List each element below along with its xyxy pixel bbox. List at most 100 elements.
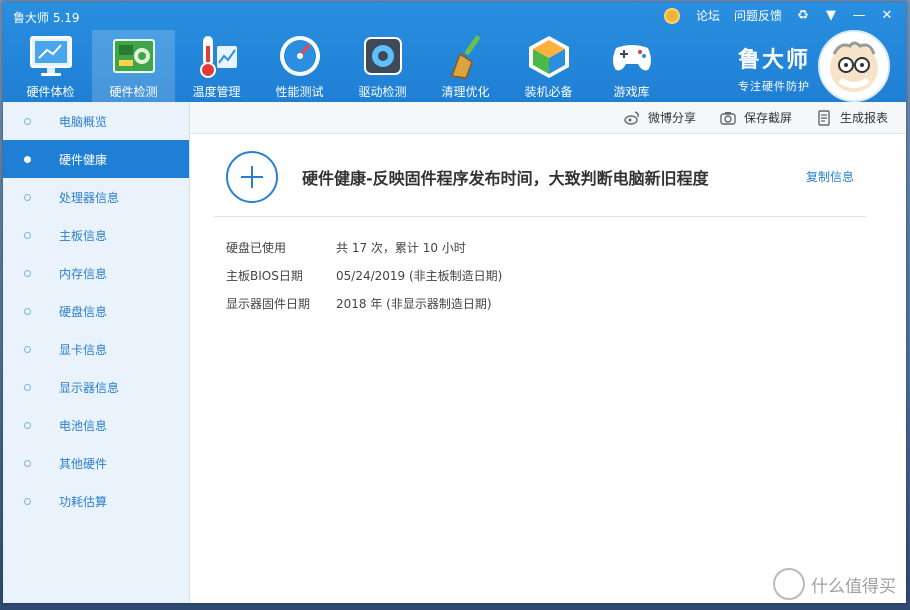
info-value: 共 17 次，累计 10 小时 [336,240,466,255]
broom-icon [450,35,480,79]
nav-label: 驱动检测 [358,85,407,99]
sidebar-item-label: 电池信息 [59,418,108,433]
app-title: 鲁大师 5.19 [13,11,80,25]
info-value: 2018 年 (非显示器制造日期) [336,296,492,311]
sidebar-item-overview[interactable]: 电脑概览 [3,102,189,140]
bullet-icon [24,459,31,467]
info-row: 显示器固件日期 2018 年 (非显示器制造日期) [226,289,502,317]
menu-icon[interactable]: ▼ [820,8,842,23]
sidebar-item-memory[interactable]: 内存信息 [3,254,189,292]
medal-icon[interactable] [663,7,680,24]
nav-label: 硬件检测 [109,85,158,99]
watermark: 什么值得买 [773,568,896,600]
weibo-icon [624,110,639,125]
divider [214,216,866,217]
info-header: 硬件健康-反映固件程序发布时间，大致判断电脑新旧程度 复制信息 [226,149,866,217]
info-key: 主板BIOS日期 [226,268,303,283]
info-value: 05/24/2019 (非主板制造日期) [336,268,503,283]
sidebar-item-power[interactable]: 功耗估算 [3,482,189,520]
bullet-icon [24,345,31,353]
sidebar-item-label: 功耗估算 [59,494,108,509]
bullet-icon [24,269,31,277]
nav-label: 清理优化 [441,85,490,99]
cube-icon [528,36,569,78]
sidebar-item-battery[interactable]: 电池信息 [3,406,189,444]
camera-icon [720,111,736,125]
generate-report-label: 生成报表 [839,111,888,125]
top-right-controls: 论坛 问题反馈 ♻ ▼ — ✕ [663,7,898,24]
app-window: 鲁大师 5.19 论坛 问题反馈 ♻ ▼ — ✕ 硬件体检 硬件检测 温度管理 … [3,2,906,603]
bullet-icon [24,117,31,125]
brand-slogan: 专注硬件防护 [737,80,810,93]
info-row: 主板BIOS日期 05/24/2019 (非主板制造日期) [226,261,502,289]
skin-icon[interactable]: ♻ [792,8,814,23]
bullet-icon [24,383,31,391]
header-bar: 鲁大师 5.19 论坛 问题反馈 ♻ ▼ — ✕ 硬件体检 硬件检测 温度管理 … [3,2,906,102]
nav-performance[interactable]: 性能测试 [258,30,341,102]
nav-essentials[interactable]: 装机必备 [507,30,590,102]
main-nav: 硬件体检 硬件检测 温度管理 性能测试 驱动检测 清理优化 装机必备 游戏库 [9,30,673,102]
nav-label: 游戏库 [613,85,650,99]
brand: 鲁大师 专注硬件防护 [738,42,810,94]
nav-hardware-detect[interactable]: 硬件检测 [92,30,175,102]
watermark-text: 什么值得买 [811,576,896,597]
sidebar-item-motherboard[interactable]: 主板信息 [3,216,189,254]
feedback-link[interactable]: 问题反馈 [730,7,786,24]
sidebar-item-label: 硬件健康 [59,152,108,167]
minimize-icon[interactable]: — [848,8,870,23]
weibo-share-button[interactable]: 微博分享 [624,109,696,126]
weibo-share-label: 微博分享 [647,111,696,125]
sidebar-item-label: 电脑概览 [59,114,108,129]
gear-icon [363,37,402,75]
sidebar-item-disk[interactable]: 硬盘信息 [3,292,189,330]
sidebar-item-label: 处理器信息 [59,190,120,205]
forum-link[interactable]: 论坛 [692,7,724,24]
page-title: 硬件健康-反映固件程序发布时间，大致判断电脑新旧程度 [302,169,709,188]
save-screenshot-button[interactable]: 保存截屏 [720,109,792,126]
sidebar-item-label: 硬盘信息 [59,304,108,319]
report-icon [818,109,830,126]
generate-report-button[interactable]: 生成报表 [816,109,888,126]
sidebar-item-gpu[interactable]: 显卡信息 [3,330,189,368]
nav-hardware-checkup[interactable]: 硬件体检 [9,30,92,102]
sidebar-item-label: 其他硬件 [59,456,108,471]
sidebar-item-cpu[interactable]: 处理器信息 [3,178,189,216]
bullet-icon [24,155,31,163]
nav-driver[interactable]: 驱动检测 [341,30,424,102]
sidebar-item-display[interactable]: 显示器信息 [3,368,189,406]
board-icon [112,39,155,73]
main-content: 硬件健康-反映固件程序发布时间，大致判断电脑新旧程度 复制信息 硬盘已使用 共 … [190,135,906,603]
info-key: 硬盘已使用 [226,240,287,255]
sidebar-item-label: 主板信息 [59,228,108,243]
sidebar: 电脑概览 硬件健康 处理器信息 主板信息 内存信息 硬盘信息 显卡信息 显示器信… [3,102,190,603]
info-row: 硬盘已使用 共 17 次，累计 10 小时 [226,233,502,261]
bullet-icon [24,193,31,201]
save-screenshot-label: 保存截屏 [743,111,792,125]
sidebar-item-label: 显卡信息 [59,342,108,357]
info-rows: 硬盘已使用 共 17 次，累计 10 小时 主板BIOS日期 05/24/201… [226,233,502,317]
sidebar-item-label: 显示器信息 [59,380,120,395]
gauge-icon [279,36,320,76]
copy-info-link[interactable]: 复制信息 [806,168,854,185]
nav-temperature[interactable]: 温度管理 [175,30,258,102]
sidebar-item-other[interactable]: 其他硬件 [3,444,189,482]
avatar[interactable] [818,30,890,102]
nav-label: 性能测试 [275,85,324,99]
close-icon[interactable]: ✕ [876,8,898,23]
sidebar-item-label: 内存信息 [59,266,108,281]
bullet-icon [24,307,31,315]
plus-icon[interactable] [226,151,278,203]
bullet-icon [24,421,31,429]
brand-name: 鲁大师 [737,48,810,73]
watermark-badge-icon [773,568,805,600]
nav-games[interactable]: 游戏库 [590,30,673,102]
nav-cleanup[interactable]: 清理优化 [424,30,507,102]
toolbar: 微博分享 保存截屏 生成报表 [190,102,906,134]
gamepad-icon [612,45,651,71]
bullet-icon [24,231,31,239]
mascot-icon [830,41,878,92]
sidebar-item-health[interactable]: 硬件健康 [3,140,189,178]
info-key: 显示器固件日期 [226,296,311,311]
nav-label: 温度管理 [192,85,241,99]
nav-label: 硬件体检 [26,85,75,99]
